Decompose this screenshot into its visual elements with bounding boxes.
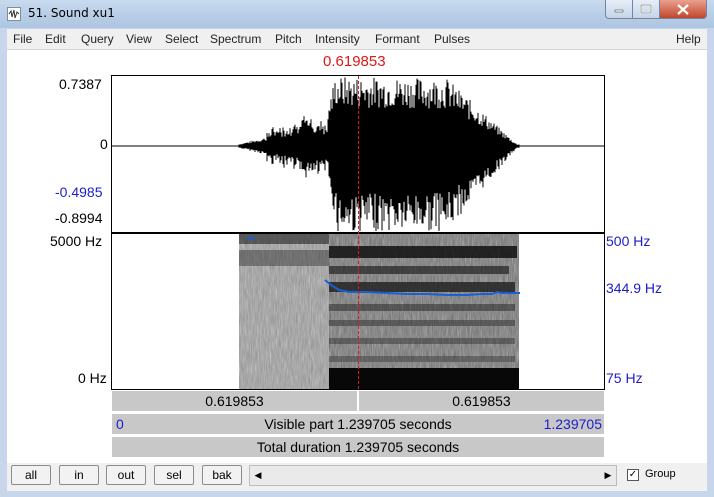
visible-start-time: 0 <box>116 416 124 432</box>
visible-end-time: 1.239705 <box>543 416 602 432</box>
praat-sound-window: 51. Sound xu1 File Edit Query View Selec… <box>0 0 714 497</box>
menu-pulses[interactable]: Pulses <box>434 32 470 46</box>
scroll-right-arrow-icon[interactable]: ▶ <box>600 466 616 485</box>
menu-help[interactable]: Help <box>676 32 701 46</box>
segment-right-panel[interactable]: 0.619853 <box>358 390 605 412</box>
maximize-icon <box>640 4 652 14</box>
zoom-out-button[interactable]: out <box>106 465 146 485</box>
title-bar[interactable]: 51. Sound xu1 <box>0 0 714 28</box>
menu-pitch[interactable]: Pitch <box>275 32 302 46</box>
total-duration-label: Total duration 1.239705 seconds <box>256 439 460 455</box>
praat-app-icon <box>7 7 21 21</box>
menu-spectrum[interactable]: Spectrum <box>210 32 261 46</box>
window-title: 51. Sound xu1 <box>28 6 115 20</box>
minimize-icon <box>614 9 624 13</box>
zoom-sel-button[interactable]: sel <box>154 465 194 485</box>
segment-left-duration: 0.619853 <box>205 393 264 409</box>
maximize-button[interactable] <box>632 0 660 19</box>
segment-right-duration: 0.619853 <box>452 393 511 409</box>
visible-part-panel[interactable]: 0 Visible part 1.239705 seconds 1.239705 <box>111 413 605 435</box>
client-area: File Edit Query View Select Spectrum Pit… <box>7 29 707 491</box>
scroll-left-arrow-icon[interactable]: ◀ <box>250 466 266 485</box>
menu-select[interactable]: Select <box>165 32 198 46</box>
zoom-back-button[interactable]: bak <box>202 465 242 485</box>
horizontal-scrollbar[interactable]: ◀ ▶ <box>249 465 617 486</box>
zoom-in-button[interactable]: in <box>59 465 99 485</box>
menu-bar: File Edit Query View Select Spectrum Pit… <box>7 29 707 50</box>
menu-file[interactable]: File <box>13 32 32 46</box>
minimize-button[interactable] <box>605 0 633 19</box>
segment-left-panel[interactable]: 0.619853 <box>111 390 358 412</box>
group-label: Group <box>645 468 676 480</box>
menu-formant[interactable]: Formant <box>375 32 420 46</box>
pitch-fragment <box>246 237 256 240</box>
zoom-all-button[interactable]: all <box>11 465 51 485</box>
visible-part-label: Visible part 1.239705 seconds <box>264 416 452 432</box>
menu-intensity[interactable]: Intensity <box>315 32 360 46</box>
menu-query[interactable]: Query <box>81 32 114 46</box>
sound-editor-canvas[interactable]: 0.619853 0.7387 0 -0.4985 -0.8994 5000 H… <box>7 50 707 463</box>
group-checkbox[interactable]: ✓ <box>627 469 639 481</box>
close-button[interactable] <box>659 0 707 19</box>
menu-edit[interactable]: Edit <box>45 32 66 46</box>
bottom-toolbar: all in out sel bak ◀ ▶ ✓ Group <box>7 463 707 491</box>
spectrogram-image <box>239 234 519 389</box>
close-icon <box>677 3 689 15</box>
menu-view[interactable]: View <box>126 32 152 46</box>
total-duration-panel[interactable]: Total duration 1.239705 seconds <box>111 436 605 458</box>
